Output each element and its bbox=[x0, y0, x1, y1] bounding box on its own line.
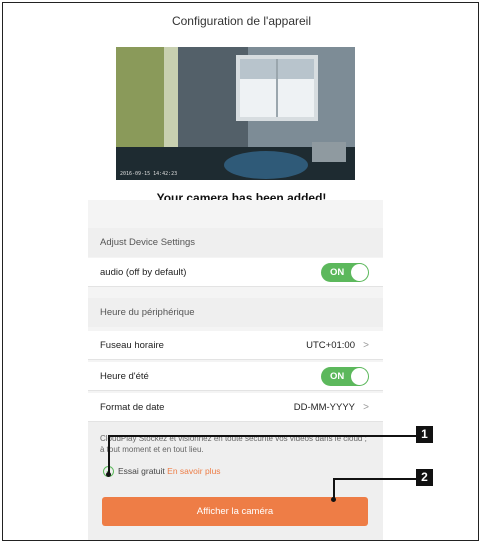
toggle-knob bbox=[351, 264, 368, 281]
callout-1-anchor bbox=[106, 472, 111, 477]
camera-preview-image bbox=[116, 47, 355, 180]
toggle-knob bbox=[351, 368, 368, 385]
page-title: Configuration de l'appareil bbox=[171, 14, 312, 28]
section-device-time: Heure du périphérique bbox=[88, 298, 383, 327]
section-device-settings: Adjust Device Settings bbox=[88, 228, 383, 257]
audio-toggle[interactable]: ON bbox=[321, 263, 369, 282]
timezone-value: UTC+01:00 bbox=[306, 340, 355, 351]
chevron-right-icon: > bbox=[363, 402, 369, 413]
chevron-right-icon: > bbox=[363, 340, 369, 351]
callout-1-leader-horizontal bbox=[108, 435, 416, 437]
audio-toggle-label: ON bbox=[330, 267, 345, 278]
dst-toggle-label: ON bbox=[330, 371, 345, 382]
free-trial-option[interactable]: ✓Essai gratuit En savoir plus bbox=[103, 466, 221, 478]
callout-1-leader-vertical bbox=[108, 435, 110, 474]
dst-label: Heure d'été bbox=[100, 371, 149, 382]
dst-toggle[interactable]: ON bbox=[321, 367, 369, 386]
timezone-label: Fuseau horaire bbox=[100, 340, 164, 351]
callout-1-badge: 1 bbox=[416, 426, 433, 443]
free-trial-label: Essai gratuit bbox=[118, 466, 165, 476]
camera-preview[interactable]: 2016-09-15 14:42:23 bbox=[116, 47, 355, 180]
callout-2-leader-horizontal bbox=[333, 478, 416, 480]
show-camera-button[interactable]: Afficher la caméra bbox=[102, 497, 368, 526]
learn-more-link[interactable]: En savoir plus bbox=[167, 466, 220, 476]
callout-2-anchor bbox=[331, 497, 336, 502]
date-format-label: Format de date bbox=[100, 402, 165, 413]
callout-2-badge: 2 bbox=[416, 469, 433, 486]
dst-row: Heure d'été ON bbox=[88, 362, 383, 391]
date-format-row[interactable]: Format de date DD-MM-YYYY > bbox=[88, 393, 383, 422]
audio-label: audio (off by default) bbox=[100, 267, 187, 278]
preview-timestamp: 2016-09-15 14:42:23 bbox=[120, 171, 178, 177]
audio-row: audio (off by default) ON bbox=[88, 258, 383, 287]
date-format-value: DD-MM-YYYY bbox=[293, 402, 355, 413]
timezone-row[interactable]: Fuseau horaire UTC+01:00 > bbox=[88, 331, 383, 360]
